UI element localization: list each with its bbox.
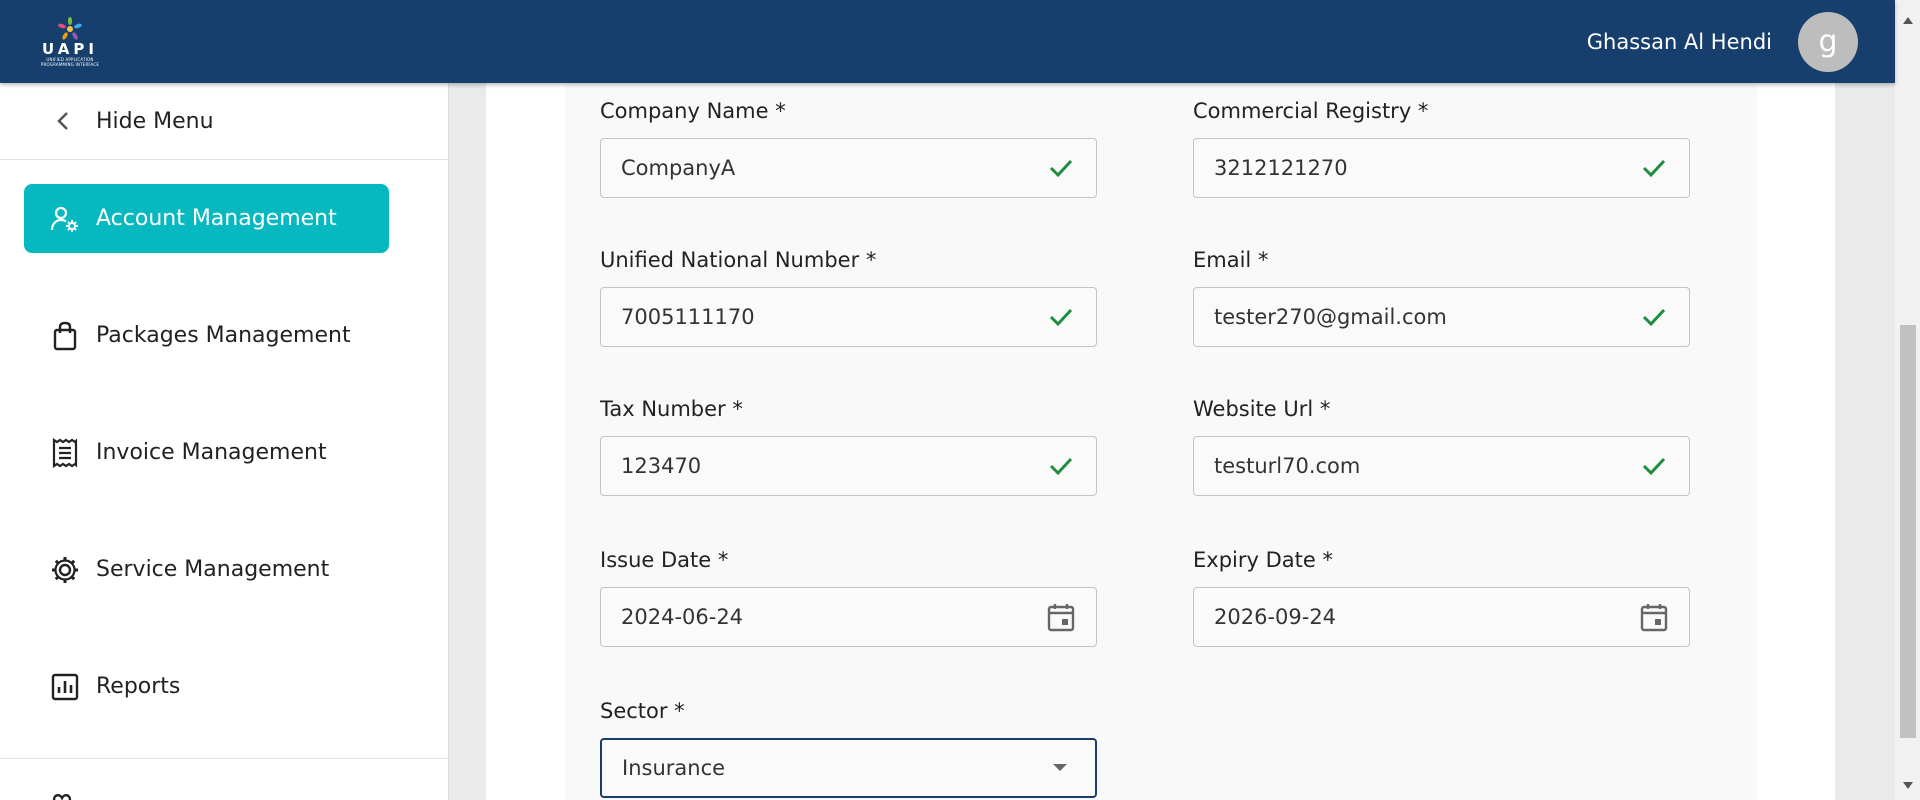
email-value: tester270@gmail.com (1214, 305, 1447, 329)
expiry-date-input[interactable]: 2026-09-24 (1193, 587, 1690, 647)
tax-number-value: 123470 (621, 454, 702, 478)
scroll-thumb[interactable] (1900, 325, 1916, 738)
sector-value: Insurance (622, 756, 726, 780)
form-card: Company Name * CompanyA Commercial Regis… (486, 83, 1835, 800)
email-label: Email * (1193, 248, 1269, 272)
sector-label: Sector * (600, 699, 685, 723)
tax-number-label: Tax Number * (600, 397, 743, 421)
sector-field: Sector * Insurance (600, 696, 1097, 798)
company-name-label: Company Name * (600, 99, 786, 123)
sidebar-item-packages-management[interactable]: Packages Management (24, 301, 424, 370)
calendar-icon[interactable] (1639, 602, 1669, 632)
issue-date-field: Issue Date * 2024-06-24 (600, 545, 1097, 647)
bag-icon (50, 321, 80, 351)
unified-national-number-value: 7005111170 (621, 305, 755, 329)
receipt-icon (50, 437, 80, 468)
dropdown-arrow-icon (1045, 753, 1075, 783)
website-url-label: Website Url * (1193, 397, 1331, 421)
email-field: Email * tester270@gmail.com (1193, 245, 1690, 347)
gear-icon (50, 555, 80, 585)
tax-number-input[interactable]: 123470 (600, 436, 1097, 496)
user-name[interactable]: Ghassan Al Hendi (1587, 30, 1772, 54)
issue-date-value: 2024-06-24 (621, 605, 744, 629)
calendar-icon[interactable] (1046, 602, 1076, 632)
check-icon (1046, 153, 1076, 183)
logo-flower-icon (58, 16, 82, 40)
check-icon (1046, 451, 1076, 481)
sidebar-item-account-management[interactable]: Account Management (24, 184, 389, 253)
sidebar-item-invoice-management[interactable]: Invoice Management (24, 418, 424, 487)
unified-national-number-input[interactable]: 7005111170 (600, 287, 1097, 347)
user-area: Ghassan Al Hendi g (1587, 11, 1858, 72)
chevron-left-icon (57, 112, 68, 130)
company-name-field: Company Name * CompanyA (600, 96, 1097, 198)
check-icon (1639, 451, 1669, 481)
sidebar-item-label: Service Management (96, 557, 330, 582)
main-content: Company Name * CompanyA Commercial Regis… (449, 83, 1895, 800)
issue-date-label: Issue Date * (600, 548, 729, 572)
check-icon (1639, 153, 1669, 183)
sidebar-item-label: Account Management (96, 206, 337, 231)
partial-nav-icon (50, 790, 80, 800)
hide-menu-button[interactable]: Hide Menu (0, 83, 448, 160)
commercial-registry-value: 3212121270 (1214, 156, 1348, 180)
sidebar-item-label: Packages Management (96, 323, 351, 348)
commercial-registry-input[interactable]: 3212121270 (1193, 138, 1690, 198)
chart-icon (50, 672, 80, 702)
check-icon (1046, 302, 1076, 332)
commercial-registry-label: Commercial Registry * (1193, 99, 1429, 123)
company-form: Company Name * CompanyA Commercial Regis… (565, 83, 1757, 800)
logo-subtitle: UNIFIED APPLICATION PROGRAMMING INTERFAC… (40, 56, 100, 67)
check-icon (1639, 302, 1669, 332)
website-url-field: Website Url * testurl70.com (1193, 394, 1690, 496)
website-url-input[interactable]: testurl70.com (1193, 436, 1690, 496)
user-gear-icon (50, 204, 80, 234)
sector-select[interactable]: Insurance (600, 738, 1097, 798)
website-url-value: testurl70.com (1214, 454, 1361, 478)
top-header: UAPI UNIFIED APPLICATION PROGRAMMING INT… (0, 0, 1895, 83)
sidebar: Hide Menu Account Management Packages Ma… (0, 83, 449, 800)
company-name-input[interactable]: CompanyA (600, 138, 1097, 198)
scroll-down-arrow-icon[interactable] (1895, 775, 1920, 795)
expiry-date-label: Expiry Date * (1193, 548, 1333, 572)
unified-national-number-label: Unified National Number * (600, 248, 877, 272)
company-name-value: CompanyA (621, 156, 736, 180)
sidebar-item-service-management[interactable]: Service Management (24, 535, 424, 604)
tax-number-field: Tax Number * 123470 (600, 394, 1097, 496)
sidebar-item-reports[interactable]: Reports (24, 652, 424, 721)
issue-date-input[interactable]: 2024-06-24 (600, 587, 1097, 647)
sidebar-nav: Account Management Packages Management I… (0, 184, 448, 721)
expiry-date-value: 2026-09-24 (1214, 605, 1337, 629)
scroll-up-arrow-icon[interactable] (1895, 10, 1920, 30)
commercial-registry-field: Commercial Registry * 3212121270 (1193, 96, 1690, 198)
sidebar-item-label: Invoice Management (96, 440, 327, 465)
unified-national-number-field: Unified National Number * 7005111170 (600, 245, 1097, 347)
hide-menu-label: Hide Menu (96, 108, 214, 134)
email-input[interactable]: tester270@gmail.com (1193, 287, 1690, 347)
logo-word: UAPI (42, 39, 98, 58)
expiry-date-field: Expiry Date * 2026-09-24 (1193, 545, 1690, 647)
page-scrollbar[interactable] (1895, 0, 1920, 800)
sidebar-item-label: Reports (96, 674, 181, 699)
uapi-logo[interactable]: UAPI UNIFIED APPLICATION PROGRAMMING INT… (34, 11, 106, 73)
sidebar-divider (0, 758, 448, 759)
avatar[interactable]: g (1798, 11, 1858, 72)
